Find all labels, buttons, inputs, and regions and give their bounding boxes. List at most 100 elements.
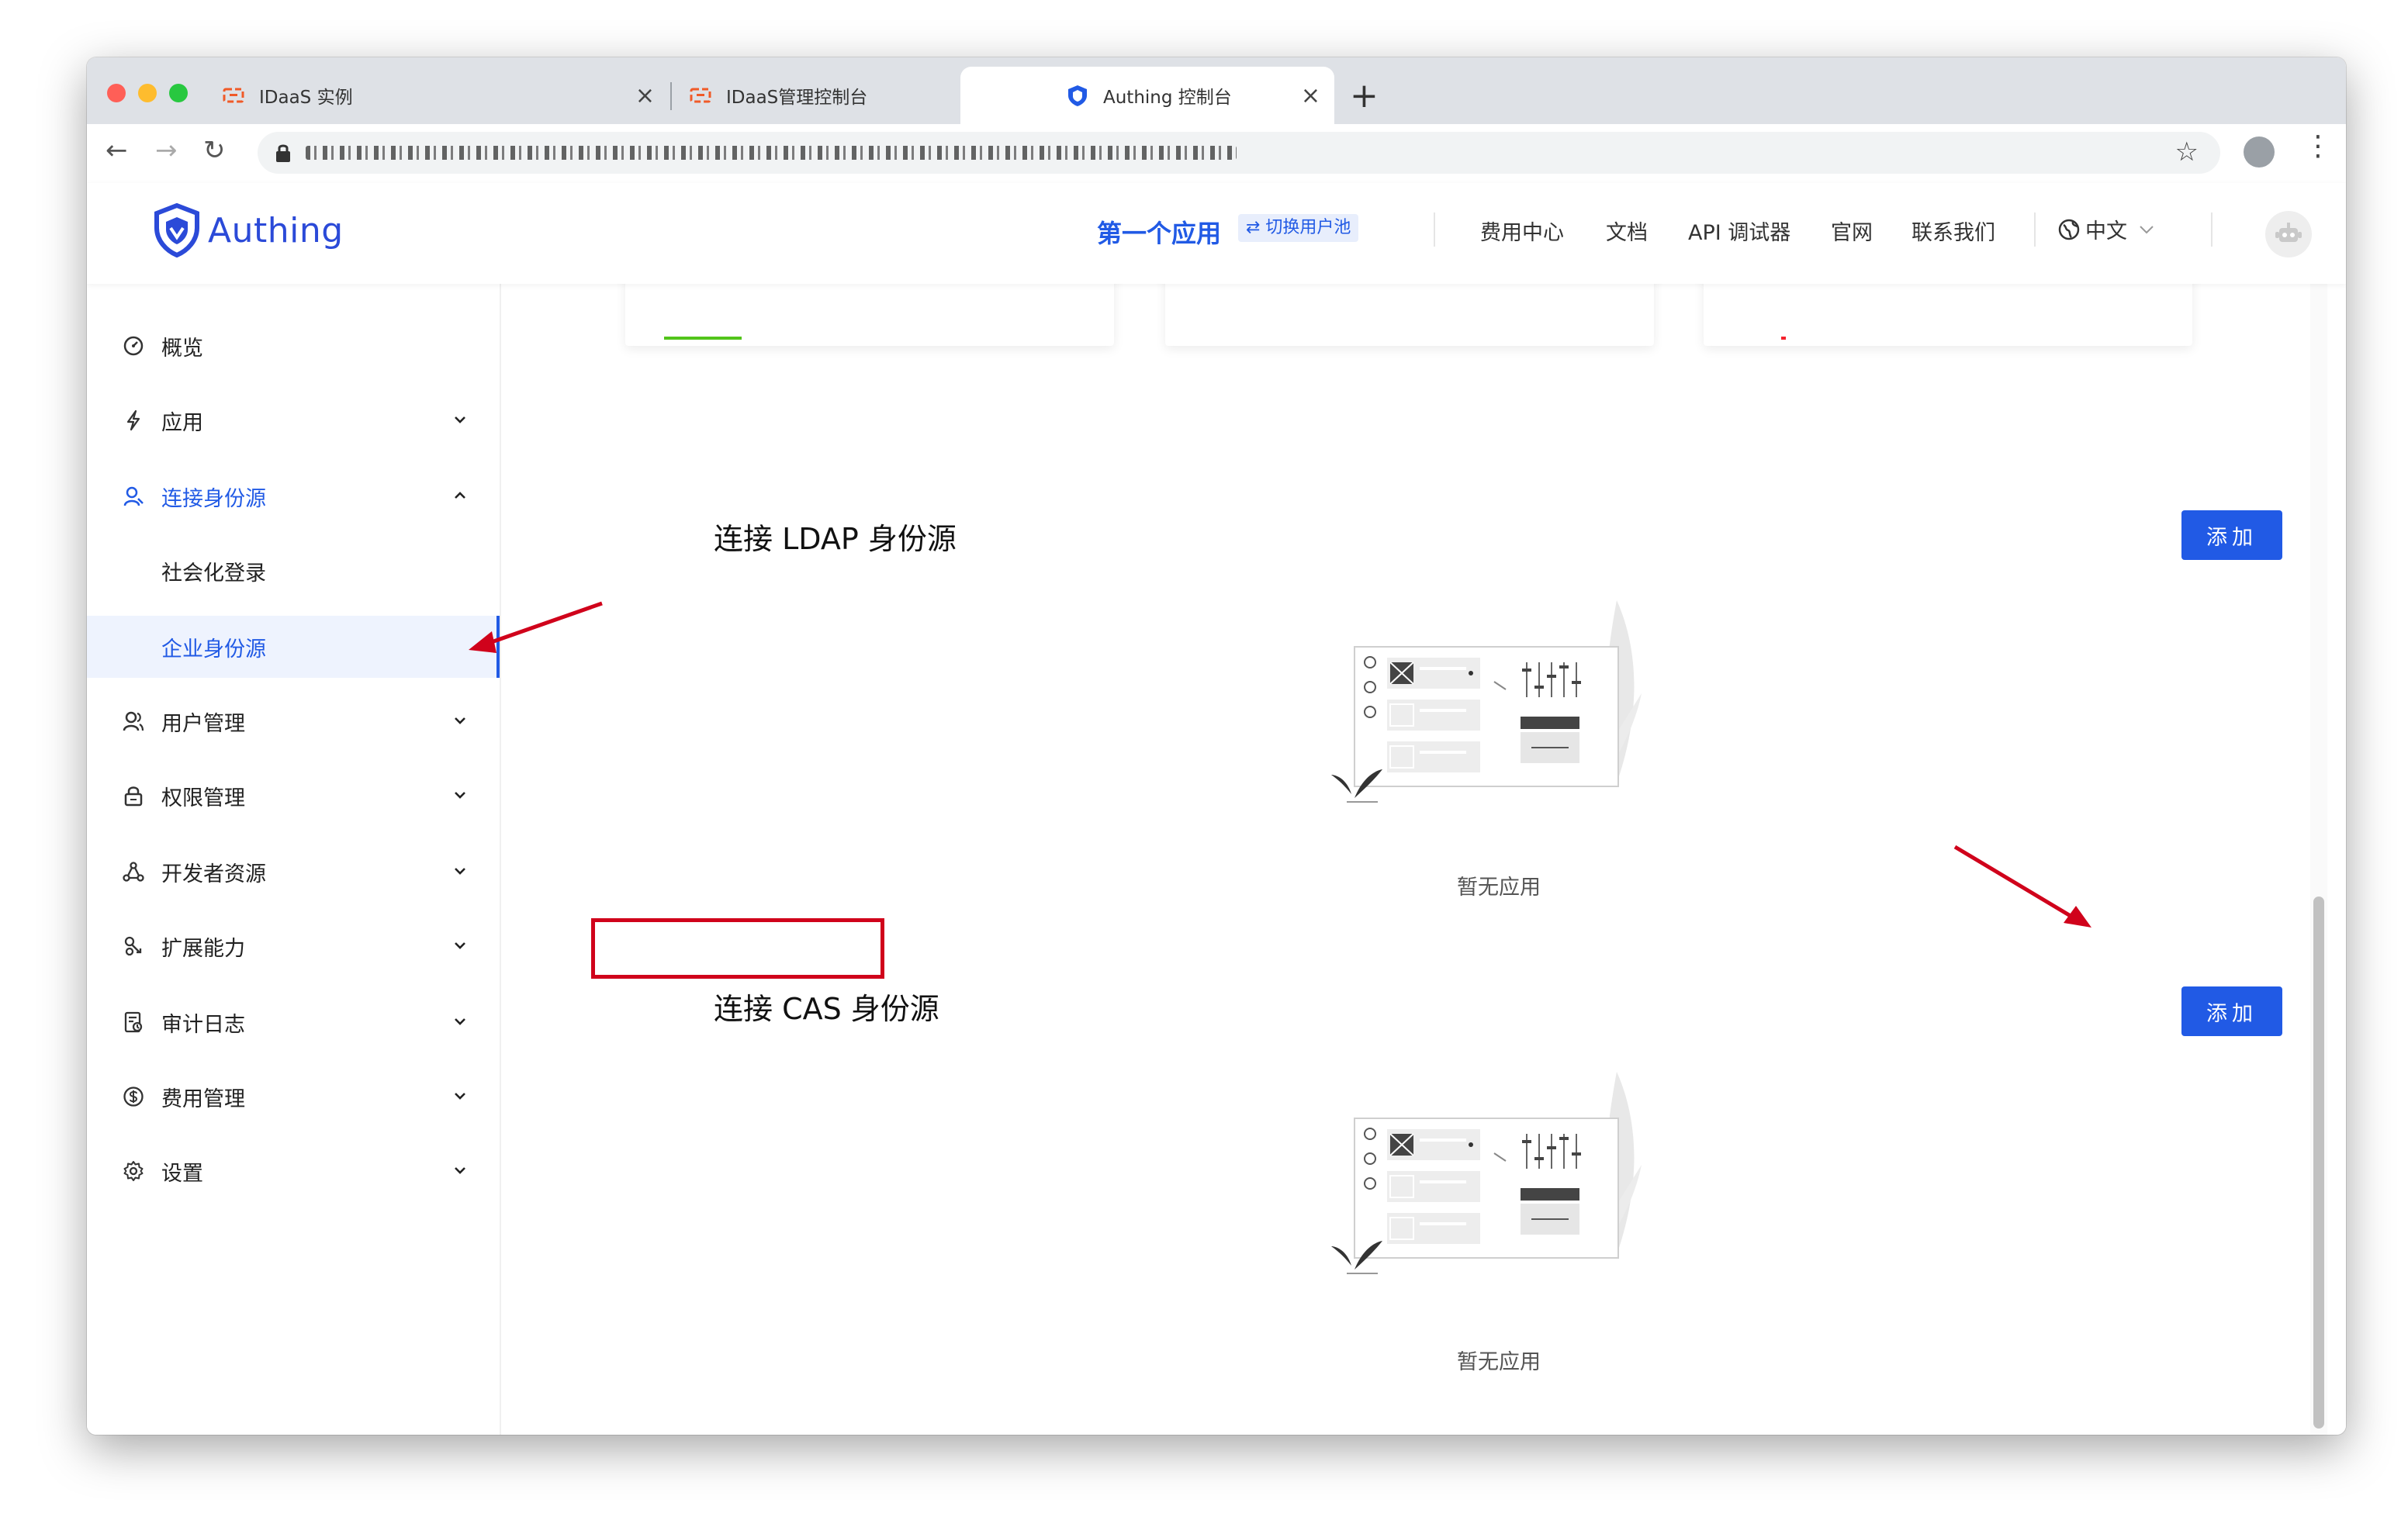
sidebar-item-label: 扩展能力 — [161, 936, 245, 961]
sidebar-item-label: 概览 — [161, 336, 203, 361]
url-redacted — [306, 146, 1237, 160]
sidebar-item-label: 审计日志 — [161, 1012, 245, 1037]
sidebar-item-permission-management[interactable]: 权限管理 — [87, 765, 500, 827]
language-label: 中文 — [2085, 219, 2127, 244]
robot-avatar-icon — [2275, 223, 2302, 242]
sidebar-item-identity-sources[interactable]: 连接身份源 — [87, 465, 500, 527]
empty-state-text: 暂无应用 — [1457, 1350, 1541, 1374]
chevron-down-icon — [455, 416, 465, 423]
sidebar-item-label: 权限管理 — [161, 786, 245, 810]
dashboard-icon — [123, 336, 144, 356]
idaas-favicon-icon — [223, 88, 244, 103]
empty-state-illustration — [1331, 600, 1642, 803]
header-divider — [2034, 212, 2036, 247]
cas-section-title: 连接 CAS 身份源 — [714, 992, 939, 1026]
chevron-up-icon — [455, 492, 465, 499]
user-avatar[interactable] — [2265, 211, 2312, 257]
tab-close-icon[interactable]: × — [1301, 82, 1320, 109]
chevron-down-icon — [455, 1093, 465, 1100]
provider-card[interactable] — [625, 284, 1114, 346]
sidebar-item-label: 开发者资源 — [161, 862, 266, 886]
sidebar-item-billing-management[interactable]: 费用管理 — [87, 1066, 500, 1128]
nodes-icon — [123, 862, 144, 882]
provider-card[interactable] — [1704, 284, 2192, 346]
empty-state-text: 暂无应用 — [1457, 876, 1541, 900]
authing-logo[interactable]: Authing — [154, 203, 344, 257]
authing-shield-icon — [154, 203, 199, 257]
browser-window: IDaaS 实例 × IDaaS管理控制台 × Authing 控制台 × + … — [87, 57, 2346, 1435]
sidebar-item-apps[interactable]: 应用 — [87, 389, 500, 451]
browser-menu-icon[interactable]: ⋮ — [2304, 130, 2332, 162]
sidebar-item-developer-resources[interactable]: 开发者资源 — [87, 841, 500, 903]
sidebar-item-audit-logs[interactable]: 审计日志 — [87, 991, 500, 1053]
lightning-icon — [126, 409, 140, 431]
reload-icon[interactable]: ↻ — [203, 135, 226, 166]
sidebar-item-label: 费用管理 — [161, 1087, 245, 1111]
user-link-icon — [123, 486, 144, 506]
sidebar-item-overview[interactable]: 概览 — [87, 315, 500, 377]
current-app-name[interactable]: 第一个应用 — [1097, 214, 1221, 250]
gear-icon — [123, 1161, 144, 1181]
tab-strip: IDaaS 实例 × IDaaS管理控制台 × Authing 控制台 × + — [87, 57, 2346, 124]
empty-state-illustration — [1331, 1072, 1642, 1274]
nav-docs[interactable]: 文档 — [1606, 216, 1648, 246]
logo-text: Authing — [208, 210, 344, 250]
annotation-arrow-right — [1953, 845, 2091, 928]
add-cas-button[interactable]: 添加 — [2181, 986, 2282, 1036]
annotation-highlight-box — [591, 918, 884, 979]
sidebar-item-user-management[interactable]: 用户管理 — [87, 690, 500, 752]
language-selector[interactable]: 中文 — [2057, 214, 2155, 244]
browser-tab-label: IDaaS管理控制台 — [726, 88, 868, 108]
sidebar-item-label: 社会化登录 — [161, 561, 266, 586]
sidebar-item-settings[interactable]: 设置 — [87, 1140, 500, 1202]
ldap-section-title: 连接 LDAP 身份源 — [714, 522, 957, 556]
scrollbar-thumb[interactable] — [2313, 897, 2324, 1429]
header-divider — [1434, 212, 1435, 247]
nav-api-debugger[interactable]: API 调试器 — [1688, 216, 1790, 246]
chevron-down-icon — [2140, 225, 2154, 233]
lock-icon — [124, 786, 143, 807]
chevron-down-icon — [455, 868, 465, 875]
users-icon — [123, 711, 144, 731]
close-window-button[interactable] — [107, 84, 126, 102]
chevron-down-icon — [455, 717, 465, 724]
sidebar-item-label: 企业身份源 — [161, 637, 266, 662]
bookmark-star-icon[interactable]: ☆ — [2175, 136, 2199, 168]
sidebar-item-label: 应用 — [161, 410, 203, 435]
idaas-favicon-icon — [690, 88, 711, 103]
sidebar-item-label: 设置 — [161, 1161, 203, 1186]
nav-billing-center[interactable]: 费用中心 — [1480, 216, 1564, 246]
maximize-window-button[interactable] — [169, 84, 188, 102]
minimize-window-button[interactable] — [138, 84, 157, 102]
sidebar-item-social-login[interactable]: 社会化登录 — [87, 540, 500, 602]
sidebar: 概览 应用 连接身份源 社会化登录 企业身份源 用户管理 权限管理 开发者资源 … — [87, 284, 500, 1435]
globe-icon — [2058, 219, 2080, 240]
profile-avatar-icon[interactable] — [2244, 136, 2275, 168]
back-arrow-icon[interactable]: ← — [106, 135, 128, 166]
browser-tab-label: Authing 控制台 — [1103, 88, 1232, 108]
nav-contact-us[interactable]: 联系我们 — [1912, 216, 1995, 246]
provider-card[interactable] — [1165, 284, 1654, 346]
annotation-arrow-left — [469, 601, 603, 653]
chevron-down-icon — [455, 942, 465, 949]
sidebar-item-label: 用户管理 — [161, 711, 245, 736]
add-ldap-button[interactable]: 添加 — [2181, 510, 2282, 560]
chevron-down-icon — [455, 792, 465, 799]
forward-arrow-icon[interactable]: → — [155, 135, 178, 166]
browser-tab-authing-console[interactable]: Authing 控制台 × — [960, 67, 1334, 124]
sidebar-item-enterprise-identity[interactable]: 企业身份源 — [87, 616, 500, 678]
header-divider — [2211, 212, 2213, 247]
sidebar-item-label: 连接身份源 — [161, 486, 266, 511]
nav-official-site[interactable]: 官网 — [1831, 216, 1873, 246]
app-header: Authing 第一个应用 ⇄ 切换用户池 费用中心 文档 API 调试器 官网… — [87, 183, 2346, 284]
chevron-down-icon — [455, 1018, 465, 1025]
browser-tab-label: IDaaS 实例 — [259, 88, 353, 108]
new-tab-button[interactable]: + — [1350, 76, 1379, 116]
authing-favicon-icon — [1068, 85, 1087, 106]
sidebar-item-extensions[interactable]: 扩展能力 — [87, 915, 500, 977]
address-bar[interactable]: ☆ — [258, 132, 2220, 174]
chevron-down-icon — [455, 1167, 465, 1174]
lock-icon — [276, 144, 290, 162]
extension-icon — [124, 936, 142, 956]
switch-user-pool-button[interactable]: ⇄ 切换用户池 — [1238, 214, 1359, 242]
